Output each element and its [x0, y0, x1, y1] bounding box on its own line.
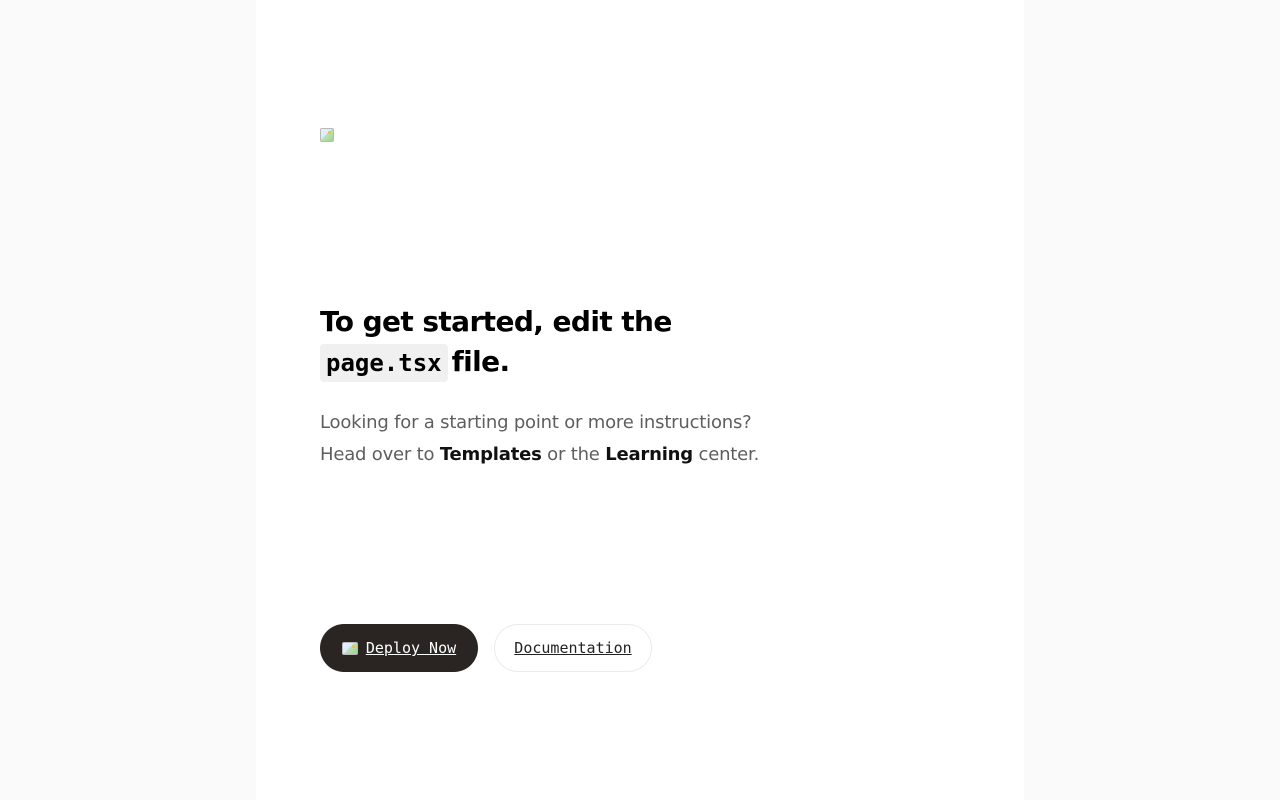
logo-image	[320, 128, 336, 144]
page-title: To get started, edit the page.tsx file.	[320, 302, 740, 382]
broken-image-icon	[320, 128, 334, 142]
intro-center: center.	[698, 444, 760, 465]
main-content: To get started, edit the page.tsx file. L…	[256, 0, 1024, 800]
code-filename: page.tsx	[320, 344, 448, 382]
documentation-button[interactable]: Documentation	[494, 624, 652, 672]
headline-suffix: file.	[451, 345, 511, 378]
intro-or-the: or the	[547, 444, 600, 465]
intro-line-1: Looking for a starting point or more ins…	[320, 412, 752, 433]
intro-line-2-prefix: Head over to	[320, 444, 435, 465]
deploy-logo-icon	[341, 641, 358, 655]
templates-link[interactable]: Templates	[440, 444, 542, 465]
learning-link[interactable]: Learning	[605, 444, 693, 465]
documentation-button-label: Documentation	[514, 639, 632, 657]
intro-text: Looking for a starting point or more ins…	[320, 407, 840, 471]
headline-prefix: To get started, edit the	[320, 305, 672, 338]
deploy-button-label: Deploy Now	[365, 639, 457, 657]
deploy-now-button[interactable]: Deploy Now	[320, 624, 478, 672]
